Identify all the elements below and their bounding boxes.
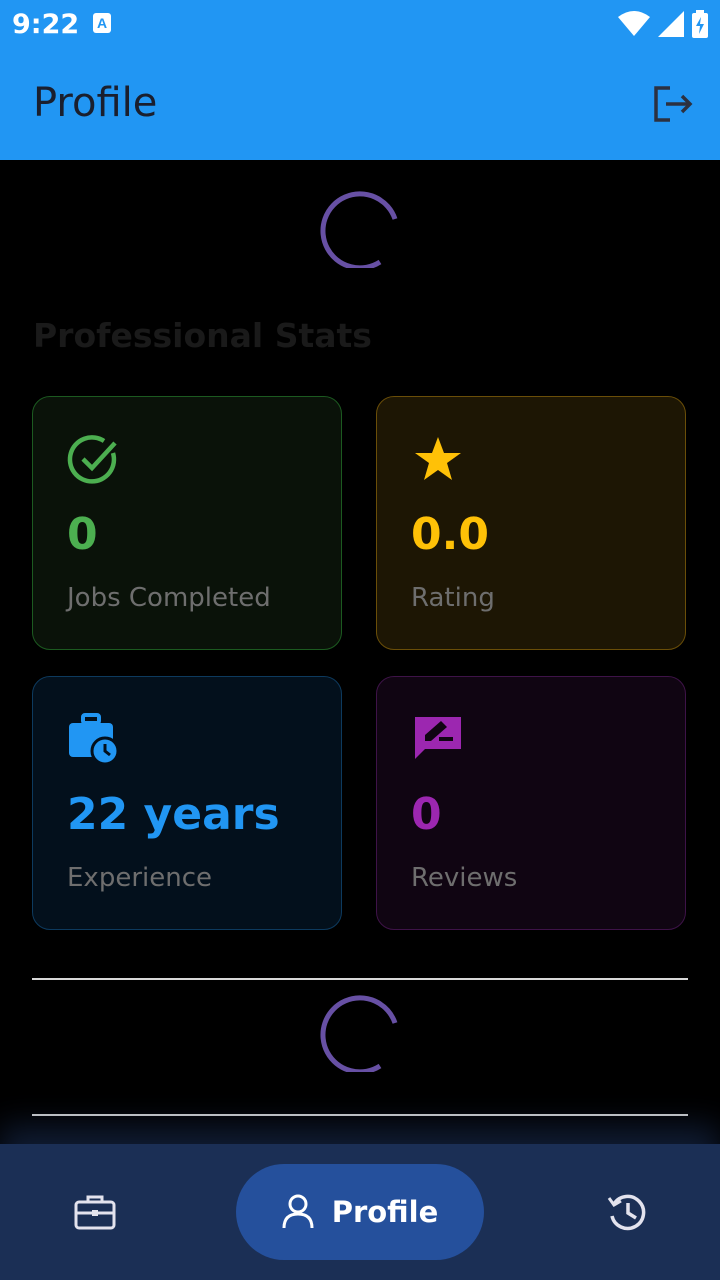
stat-card-rating: 0.0 Rating <box>376 396 686 650</box>
nav-profile-label: Profile <box>331 1195 439 1229</box>
stat-card-jobs: 0 Jobs Completed <box>32 396 342 650</box>
wifi-icon <box>618 11 650 36</box>
nav-item-history[interactable] <box>592 1164 662 1260</box>
logout-button[interactable] <box>652 84 696 124</box>
status-icons <box>618 10 708 38</box>
divider <box>32 1114 688 1116</box>
stat-card-reviews: 0 Reviews <box>376 676 686 930</box>
stat-value: 0.0 <box>411 509 489 560</box>
stat-value: 22 years <box>67 789 280 840</box>
status-time: 9:22 <box>12 9 80 40</box>
nav-item-profile[interactable]: Profile <box>236 1164 484 1260</box>
divider <box>32 978 688 980</box>
briefcase-icon <box>74 1195 116 1230</box>
check-circle-icon <box>67 435 117 484</box>
signal-icon <box>658 11 684 37</box>
stat-label: Experience <box>67 863 212 893</box>
battery-icon <box>692 10 708 38</box>
stat-label: Jobs Completed <box>67 583 271 613</box>
nav-item-jobs[interactable] <box>60 1164 130 1260</box>
bottom-nav: Profile <box>0 1144 720 1280</box>
stat-card-experience: 22 years Experience <box>32 676 342 930</box>
person-icon <box>282 1194 314 1229</box>
logout-icon <box>654 86 693 122</box>
work-history-icon <box>69 713 120 766</box>
app-bar: Profile <box>0 48 720 160</box>
loading-spinner <box>320 191 398 268</box>
rate-review-icon <box>415 717 461 759</box>
section-title: Professional Stats <box>33 316 372 355</box>
loading-spinner <box>320 995 398 1072</box>
stat-value: 0 <box>67 509 98 560</box>
history-icon <box>607 1194 646 1231</box>
star-icon <box>415 437 461 480</box>
page-title: Profile <box>33 80 158 126</box>
status-bar: 9:22 A <box>0 0 720 48</box>
stat-label: Reviews <box>411 863 518 893</box>
stat-value: 0 <box>411 789 442 840</box>
notification-icon: A <box>93 13 111 33</box>
stat-label: Rating <box>411 583 495 613</box>
